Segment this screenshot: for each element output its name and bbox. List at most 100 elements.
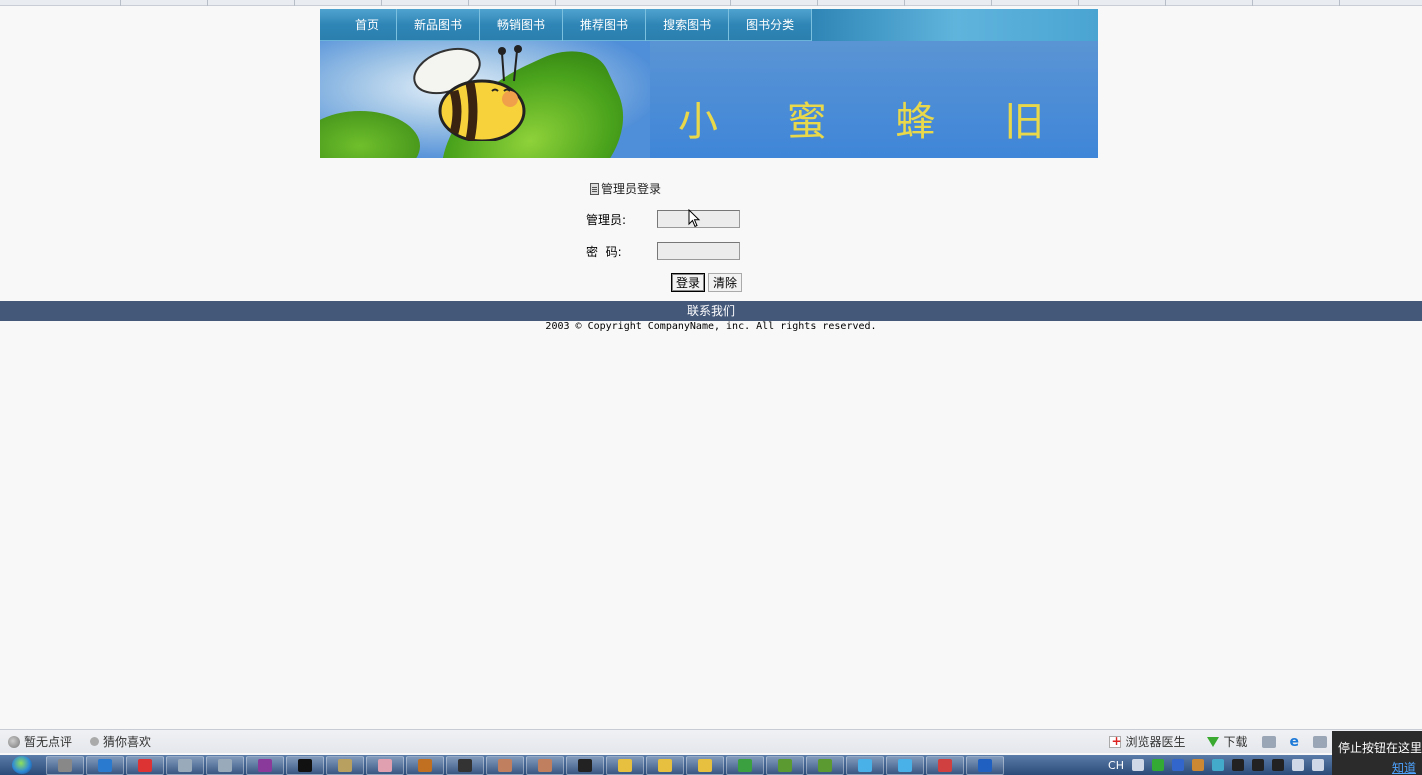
- folder-icon: [658, 758, 672, 772]
- nav-search-books[interactable]: 搜索图书: [646, 8, 730, 41]
- taskbar-item[interactable]: [886, 755, 924, 775]
- tab-divider: [817, 0, 818, 6]
- taskbar-item[interactable]: [286, 755, 324, 775]
- tray-app-icon[interactable]: [1192, 759, 1204, 771]
- ie-icon[interactable]: e: [1290, 734, 1300, 750]
- tooltip-bubble: 停止按钮在这里 知道: [1332, 731, 1422, 775]
- tab-divider: [730, 0, 731, 6]
- windows-taskbar: CH: [0, 755, 1332, 775]
- taskbar-item[interactable]: [366, 755, 404, 775]
- taskbar-item[interactable]: [926, 755, 964, 775]
- guess-like-label: 猜你喜欢: [103, 735, 152, 749]
- footer-bar: 联系我们: [0, 301, 1422, 321]
- folder-icon: [618, 758, 632, 772]
- taskbar-item[interactable]: [326, 755, 364, 775]
- taskbar-item[interactable]: [966, 755, 1004, 775]
- app-icon: [938, 758, 952, 772]
- nav-bestsellers[interactable]: 畅销图书: [480, 8, 564, 41]
- keyboard-icon[interactable]: [1132, 759, 1144, 771]
- browser-doctor-item[interactable]: 浏览器医生: [1109, 733, 1185, 750]
- no-review-item[interactable]: 暂无点评: [8, 733, 72, 750]
- qq-icon[interactable]: [1252, 759, 1264, 771]
- nav-home[interactable]: 首页: [320, 8, 398, 41]
- taskbar-item[interactable]: [566, 755, 604, 775]
- download-icon: [1207, 736, 1220, 747]
- chat-icon[interactable]: [1261, 735, 1276, 748]
- rating-icon: [8, 735, 20, 748]
- qq-icon[interactable]: [1272, 759, 1284, 771]
- tray-app-icon[interactable]: [1152, 759, 1164, 771]
- clear-button[interactable]: 清除: [708, 273, 743, 292]
- nav-filler: [812, 8, 1098, 41]
- bullet-icon: [90, 737, 100, 746]
- app-icon: [258, 758, 272, 772]
- tooltip-know-link[interactable]: 知道: [1392, 759, 1416, 775]
- taskbar-item[interactable]: [806, 755, 844, 775]
- taskbar-item[interactable]: [86, 755, 124, 775]
- taskbar-item[interactable]: [766, 755, 804, 775]
- bee-icon: [413, 45, 526, 141]
- site-header: 首页 新品图书 畅销图书 推荐图书 搜索图书 图书分类 小 蜜 蜂 旧书城: [320, 8, 1098, 158]
- password-row: 密 码:: [586, 242, 740, 260]
- taskbar-item[interactable]: [686, 755, 724, 775]
- login-buttons: 登录 清除: [671, 273, 743, 292]
- admin-label: 管理员:: [586, 212, 627, 227]
- taskbar-item[interactable]: [526, 755, 564, 775]
- no-review-label: 暂无点评: [24, 735, 73, 749]
- network-icon[interactable]: [1292, 759, 1304, 771]
- tab-divider: [381, 0, 382, 6]
- taskbar-item[interactable]: [726, 755, 764, 775]
- app-icon: [858, 758, 872, 772]
- taskbar-item[interactable]: [606, 755, 644, 775]
- app-icon: [818, 758, 832, 772]
- browser-window: 首页 新品图书 畅销图书 推荐图书 搜索图书 图书分类 小 蜜 蜂 旧书城: [0, 0, 1422, 775]
- volume-icon[interactable]: [1312, 759, 1324, 771]
- taskbar-item[interactable]: [46, 755, 84, 775]
- tray-app-icon[interactable]: [1212, 759, 1224, 771]
- banner: 小 蜜 蜂 旧书城: [320, 41, 1098, 158]
- password-input[interactable]: [657, 242, 740, 260]
- taskbar-item[interactable]: [126, 755, 164, 775]
- folder-icon: [698, 758, 712, 772]
- taskbar-item[interactable]: [646, 755, 684, 775]
- language-indicator[interactable]: CH: [1108, 759, 1124, 772]
- tab-divider: [207, 0, 208, 6]
- app-icon: [138, 758, 152, 772]
- windows-logo-icon: [12, 756, 32, 774]
- login-button[interactable]: 登录: [671, 273, 706, 292]
- download-item[interactable]: 下载: [1207, 733, 1248, 750]
- contact-us-link[interactable]: 联系我们: [687, 304, 735, 318]
- app-icon: [418, 758, 432, 772]
- taskbar-item[interactable]: [486, 755, 524, 775]
- app-icon: [898, 758, 912, 772]
- banner-title: 小 蜜 蜂 旧书城: [678, 99, 1073, 158]
- nav-book-categories[interactable]: 图书分类: [729, 8, 813, 41]
- qq-icon[interactable]: [1232, 759, 1244, 771]
- browser-status-bar: 暂无点评 猜你喜欢 浏览器医生 下载 e: [0, 729, 1422, 753]
- guess-like-item[interactable]: 猜你喜欢: [80, 733, 151, 750]
- tab-divider: [991, 0, 992, 6]
- taskbar-item[interactable]: [446, 755, 484, 775]
- terminal-icon: [298, 758, 312, 772]
- tab-divider: [904, 0, 905, 6]
- nav-recommended[interactable]: 推荐图书: [563, 8, 647, 41]
- app-icon: [178, 758, 192, 772]
- copyright-text: 2003 © Copyright CompanyName, inc. All r…: [545, 321, 877, 332]
- system-tray: CH: [1108, 759, 1332, 772]
- app-icon: [58, 758, 72, 772]
- app-icon: [578, 758, 592, 772]
- tray-app-icon[interactable]: [1172, 759, 1184, 771]
- taskbar-item[interactable]: [406, 755, 444, 775]
- taskbar-item[interactable]: [846, 755, 884, 775]
- taskbar-item[interactable]: [246, 755, 284, 775]
- app-icon: [458, 758, 472, 772]
- taskbar-item[interactable]: [206, 755, 244, 775]
- tab-divider: [294, 0, 295, 6]
- tab-divider: [1339, 0, 1340, 6]
- login-title-label: 管理员登录: [601, 182, 662, 196]
- app-icon: [218, 758, 232, 772]
- nav-new-books[interactable]: 新品图书: [397, 8, 481, 41]
- window-icon[interactable]: [1313, 735, 1327, 748]
- start-button[interactable]: [0, 755, 44, 775]
- taskbar-item[interactable]: [166, 755, 204, 775]
